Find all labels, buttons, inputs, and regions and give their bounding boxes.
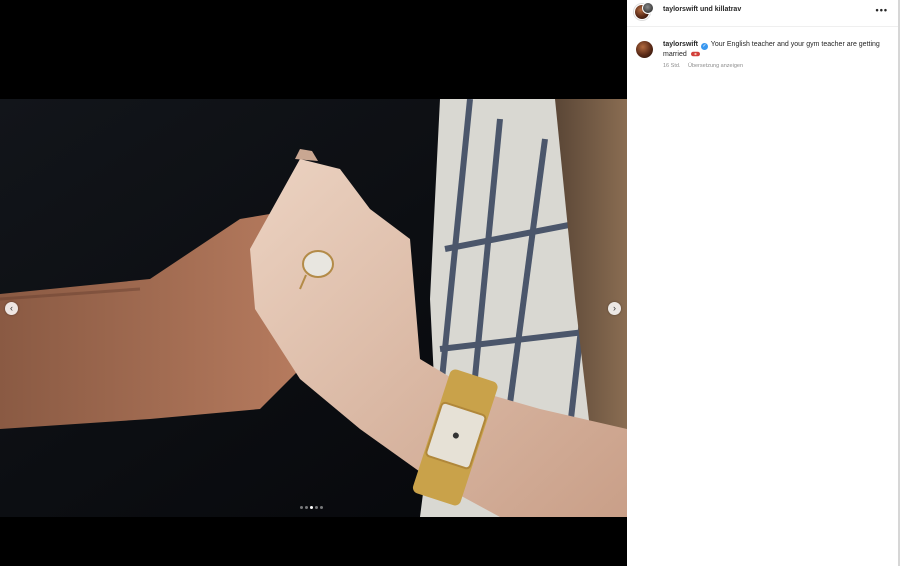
- caption-text: taylorswift ✓ Your English teacher and y…: [663, 40, 888, 60]
- author-link[interactable]: taylorswift: [663, 6, 698, 13]
- post-header: taylorswift und killatrav •••: [627, 0, 898, 27]
- post-photo[interactable]: [0, 99, 627, 517]
- ring-emoji-icon: [690, 51, 700, 57]
- coauthor-link[interactable]: killatrav: [715, 6, 741, 13]
- carousel-dot: [300, 506, 303, 509]
- post-sidebar: taylorswift und killatrav ••• taylorswif…: [627, 0, 900, 566]
- verified-badge-icon: ✓: [700, 43, 708, 50]
- caption-username[interactable]: taylorswift: [663, 41, 698, 48]
- caption-meta: 16 Std. Übersetzung anzeigen: [663, 63, 743, 69]
- engagement-photo: [0, 99, 627, 517]
- carousel-dot: [315, 506, 318, 509]
- author-conjunction: und: [699, 6, 713, 13]
- post-media: ‹ ›: [0, 0, 627, 566]
- carousel-prev-button[interactable]: ‹: [5, 302, 18, 315]
- post-authors: taylorswift und killatrav: [663, 6, 741, 13]
- more-horizontal-icon[interactable]: •••: [876, 5, 888, 15]
- carousel-next-button[interactable]: ›: [608, 302, 621, 315]
- carousel-dot-active: [310, 506, 313, 509]
- carousel-dot: [305, 506, 308, 509]
- show-translation-link[interactable]: Übersetzung anzeigen: [688, 63, 743, 69]
- coauthor-avatar[interactable]: [642, 2, 654, 14]
- carousel-dot: [320, 506, 323, 509]
- carousel-indicator: [300, 506, 323, 509]
- post-timestamp[interactable]: 16 Std.: [663, 63, 680, 69]
- caption-author-avatar[interactable]: [636, 41, 653, 58]
